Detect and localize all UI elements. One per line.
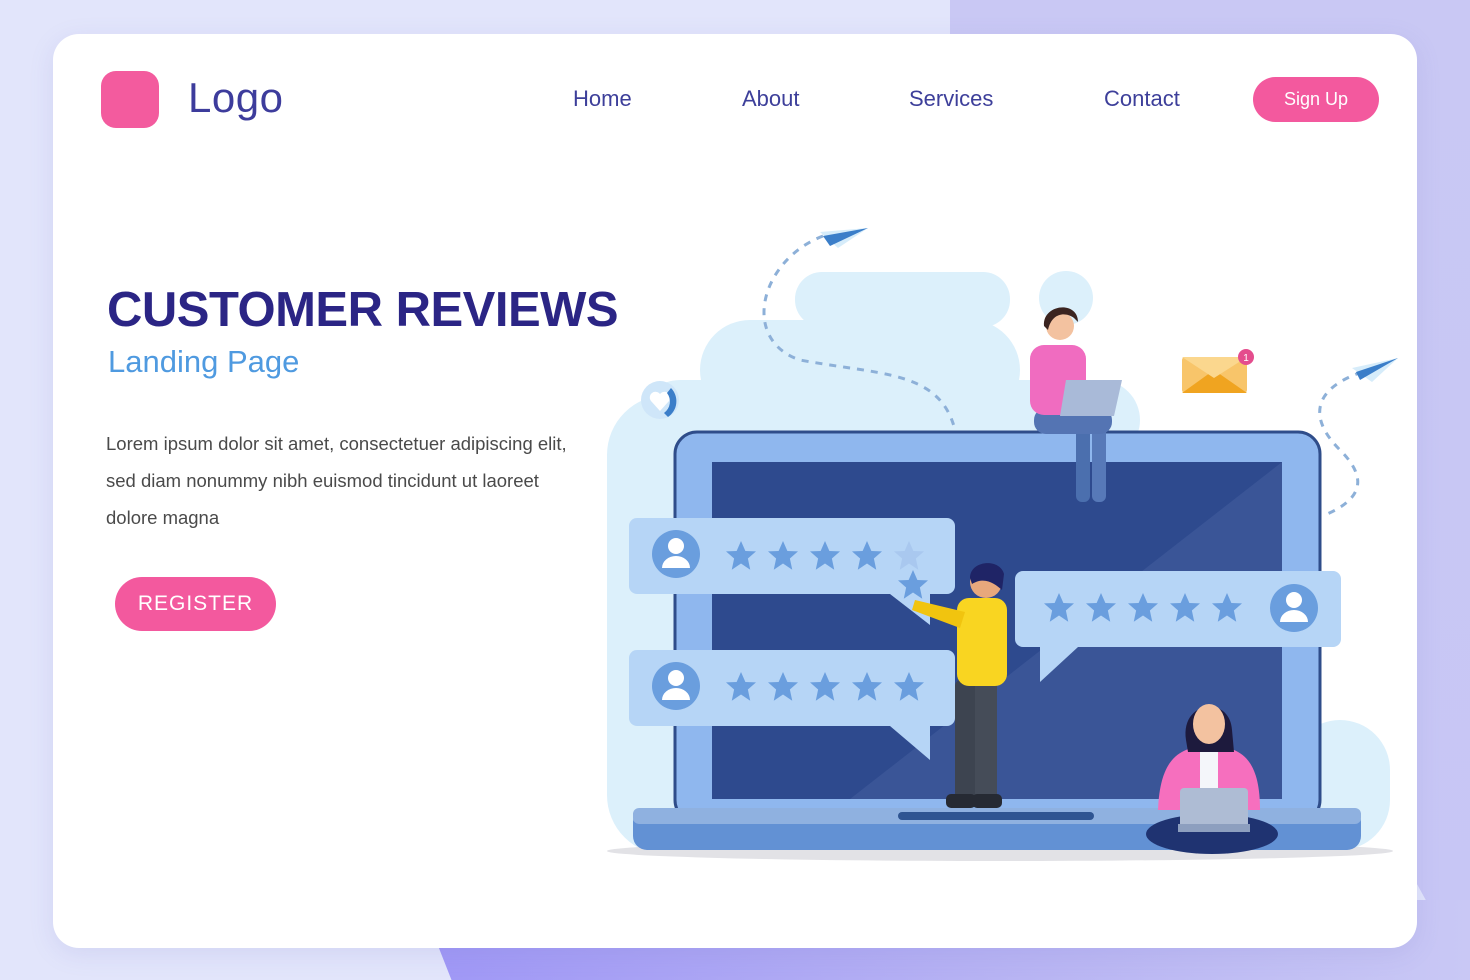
register-button[interactable]: REGISTER: [115, 577, 276, 631]
sign-up-button[interactable]: Sign Up: [1253, 77, 1379, 122]
hero-description-line: dolore magna: [106, 507, 220, 528]
hero-title: CUSTOMER REVIEWS: [107, 283, 619, 337]
nav-about[interactable]: About: [742, 86, 800, 112]
hero-description: Lorem ipsum dolor sit amet, consectetuer…: [106, 425, 606, 536]
logo-text[interactable]: Logo: [188, 74, 283, 122]
nav-services[interactable]: Services: [909, 86, 993, 112]
hero-description-line: Lorem ipsum dolor sit amet, consectetuer…: [106, 433, 567, 454]
hero-description-line: sed diam nonummy nibh euismod tincidunt …: [106, 470, 539, 491]
nav-contact[interactable]: Contact: [1104, 86, 1180, 112]
hero-subtitle: Landing Page: [108, 344, 300, 379]
logo-mark-icon[interactable]: [101, 71, 159, 128]
nav-home[interactable]: Home: [573, 86, 632, 112]
